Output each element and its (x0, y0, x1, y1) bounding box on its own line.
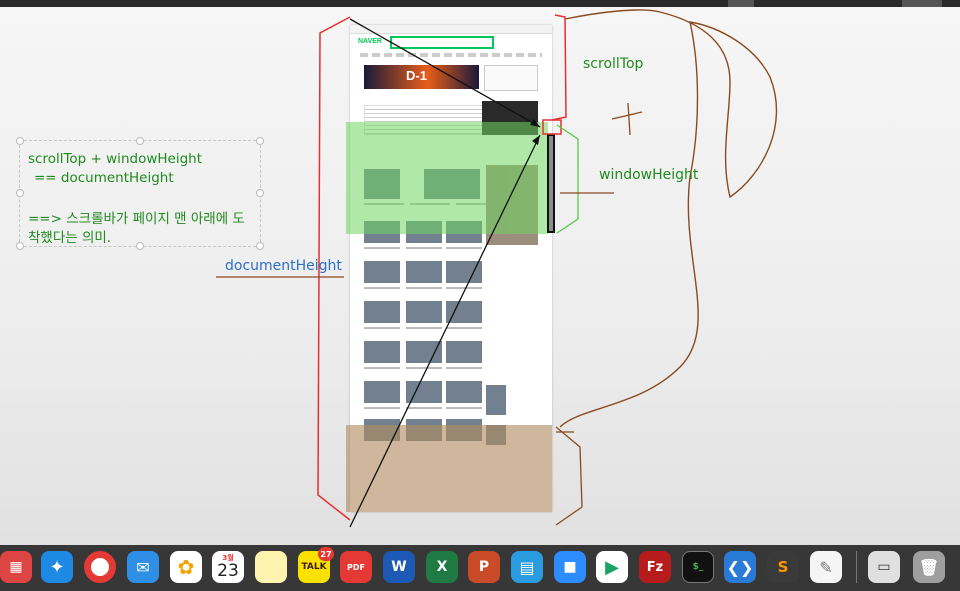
zoom-icon[interactable]: ■ (554, 551, 586, 583)
pdf-expert-icon[interactable]: PDF (340, 551, 372, 583)
notes-icon[interactable] (255, 551, 287, 583)
calendar-month: 3월 (222, 554, 234, 562)
excel-icon[interactable]: X (426, 551, 458, 583)
photos-icon[interactable]: ✿ (170, 551, 202, 583)
drawing-canvas[interactable]: NAVER D-1 scrollTop windowHeight documen… (0, 7, 960, 545)
terminal-icon[interactable]: $_ (682, 551, 714, 583)
annotation-strokes (216, 9, 778, 528)
textedit-icon[interactable]: ✎ (810, 551, 842, 583)
play-store-icon[interactable]: ▶ (596, 551, 628, 583)
archive-icon[interactable]: ▤ (511, 551, 543, 583)
chrome-icon[interactable] (84, 551, 116, 583)
scrolltop-bracket (551, 14, 567, 121)
note-line-2: == documentHeight (34, 170, 174, 186)
document-height-label: documentHeight (225, 258, 342, 274)
calendar-icon[interactable]: 3월 23 (212, 551, 244, 583)
arrow-document (349, 134, 541, 528)
mail-icon[interactable]: ✉ (127, 551, 159, 583)
resize-handle[interactable] (136, 137, 144, 145)
filezilla-icon[interactable]: Fz (639, 551, 671, 583)
resize-handle[interactable] (136, 242, 144, 250)
launchpad-icon[interactable]: ▦ (0, 551, 32, 583)
resize-handle[interactable] (16, 189, 24, 197)
note-line-4: 착했다는 의미. (28, 230, 112, 246)
note-line-1: scrollTop + windowHeight (28, 151, 202, 167)
note-line-3: ==> 스크롤바가 페이지 맨 아래에 도 (28, 211, 245, 227)
vscode-icon[interactable]: ❮❯ (724, 551, 756, 583)
scroll-position-mark (542, 119, 562, 135)
safari-icon[interactable]: ✦ (41, 551, 73, 583)
powerpoint-icon[interactable]: P (468, 551, 500, 583)
dock-separator (856, 551, 857, 583)
kakaotalk-label: TALK (301, 562, 327, 572)
pen-cross (611, 102, 643, 136)
kakaotalk-badge: 27 (318, 547, 334, 561)
dock: ▦ ✦ ✉ ✿ 3월 23 TALK 27 PDF W X P ▤ ■ ▶ Fz… (0, 545, 960, 591)
menu-bar-item[interactable] (902, 0, 942, 7)
arrow-scrolltop (349, 18, 541, 128)
trash-icon[interactable]: 🗑 (913, 551, 945, 583)
scrolltop-label: scrollTop (583, 56, 644, 72)
calendar-day: 23 (217, 561, 239, 581)
bottom-bracket (555, 426, 583, 526)
menu-bar (0, 0, 960, 7)
word-icon[interactable]: W (383, 551, 415, 583)
sublime-icon[interactable]: S (767, 551, 799, 583)
window-height-bracket (556, 124, 579, 234)
resize-handle[interactable] (256, 137, 264, 145)
resize-handle[interactable] (256, 242, 264, 250)
pen-loop (559, 9, 778, 428)
menu-bar-item[interactable] (728, 0, 754, 7)
formula-note[interactable]: scrollTop + windowHeight == documentHeig… (16, 137, 264, 250)
resize-handle[interactable] (256, 189, 264, 197)
resize-handle[interactable] (16, 242, 24, 250)
preview-icon[interactable]: ▭ (868, 551, 900, 583)
window-height-label: windowHeight (599, 167, 699, 183)
resize-handle[interactable] (16, 137, 24, 145)
